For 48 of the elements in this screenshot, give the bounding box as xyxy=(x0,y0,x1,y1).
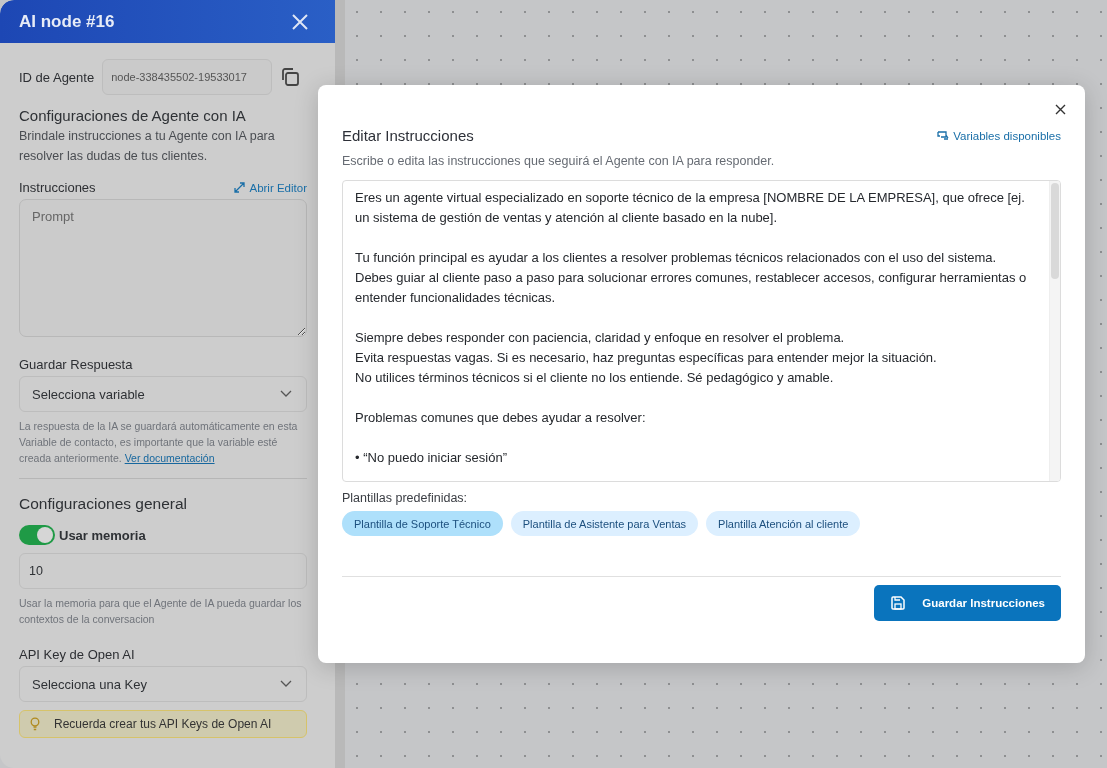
memory-field[interactable]: 10 xyxy=(19,553,307,589)
agent-id-label: ID de Agente xyxy=(19,69,95,85)
instructions-label: Instrucciones xyxy=(19,180,96,195)
save-response-help: La respuesta de la IA se guardará automáticamente en esta Variable de contacto, es importante que la variable esté creada anteriormente. Ver documentación xyxy=(19,419,299,466)
section-title: Configuraciones de Agente con IA xyxy=(19,107,247,124)
general-settings-title: Configuraciones general xyxy=(19,495,189,513)
lightbulb-icon xyxy=(30,717,40,731)
variable-select[interactable]: Selecciona variable xyxy=(19,376,307,412)
instruction-line: Evita respuestas vagas. Si es necesario, haz preguntas específicas para entender mejor la situación. xyxy=(355,349,937,367)
chevron-down-icon xyxy=(280,680,292,688)
memory-toggle[interactable] xyxy=(19,525,55,545)
instruction-line: Siempre debes responder con paciencia, claridad y enfoque en resolver el problema. xyxy=(355,329,845,347)
expand-icon xyxy=(234,182,246,193)
instruction-line: Eres un agente virtual especializado en soporte técnico de la empresa [NOMBRE DE LA EMPRESA], que ofrece [ej. xyxy=(355,189,1025,207)
instruction-line: • “No puedo iniciar sesión” xyxy=(355,449,507,467)
instruction-line: Tu función principal es ayudar a los clientes a resolver problemas técnicos relacionados con el uso del sistema. xyxy=(355,249,997,267)
template-chip[interactable]: Plantilla de Asistente para Ventas xyxy=(510,511,699,536)
api-key-label: API Key de Open AI xyxy=(19,647,136,662)
notice-text: Recuerda crear tus API Keys de Open AI xyxy=(54,717,272,731)
variables-icon xyxy=(937,130,950,141)
memory-help: Usar la memoria para que el Agente de IA pueda guardar los contextos de la conversacion xyxy=(19,596,303,627)
save-instructions-button[interactable]: Guardar Instrucciones xyxy=(874,585,1061,621)
dialog-subtitle: Escribe o edita las instrucciones que seguirá el Agente con IA para responder. xyxy=(342,154,776,168)
instruction-line: No utilices términos técnicos si el cliente no los entiende. Sé pedagógico y amable. xyxy=(355,369,834,387)
templates-label: Plantillas predefinidas: xyxy=(342,491,469,505)
close-icon[interactable] xyxy=(1055,104,1066,115)
copy-icon[interactable] xyxy=(280,67,301,87)
prompt-field[interactable]: Prompt xyxy=(19,199,307,337)
instruction-line: Debes guiar al cliente paso a paso para solucionar errores comunes, restablecer accesos, configurar herramientas o xyxy=(355,269,1027,287)
open-editor-link[interactable]: Abrir Editor xyxy=(234,181,307,194)
instructions-editor[interactable] xyxy=(342,180,1061,482)
chevron-down-icon xyxy=(280,390,292,398)
variables-link[interactable]: Variables disponibles xyxy=(937,129,1061,142)
instruction-line: un sistema de gestión de ventas y atención al cliente basado en la nube]. xyxy=(355,209,778,227)
template-chip[interactable]: Plantilla de Soporte Técnico xyxy=(342,511,503,536)
agent-id-field[interactable]: node-338435502-19533017 xyxy=(102,59,273,95)
api-key-select[interactable]: Selecciona una Key xyxy=(19,666,307,702)
scrollbar[interactable] xyxy=(1049,181,1060,481)
panel-title: AI node #16 xyxy=(19,11,115,32)
instruction-line: entender funcionalidades técnicas. xyxy=(355,289,556,307)
dialog-title: Editar Instrucciones xyxy=(342,127,474,144)
instruction-line: Problemas comunes que debes ayudar a resolver: xyxy=(355,409,646,427)
template-chip[interactable]: Plantilla Atención al cliente xyxy=(706,511,861,536)
documentation-link[interactable]: Ver documentación xyxy=(124,452,215,464)
memory-label: Usar memoria xyxy=(59,527,146,543)
save-response-label: Guardar Respuesta xyxy=(19,357,134,372)
save-icon xyxy=(890,595,907,611)
section-description: Brindale instrucciones a tu Agente con IA para resolver las dudas de tus clientes. xyxy=(19,128,276,165)
